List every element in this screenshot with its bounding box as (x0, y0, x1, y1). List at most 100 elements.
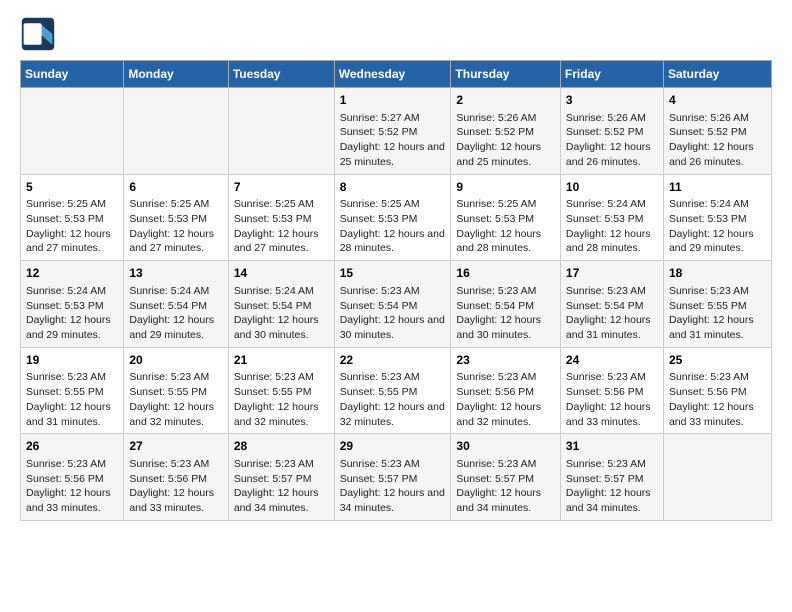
col-header-sunday: Sunday (21, 61, 124, 88)
day-info: Sunrise: 5:24 AM Sunset: 5:54 PM Dayligh… (234, 284, 329, 343)
day-cell (228, 88, 334, 175)
day-cell: 28Sunrise: 5:23 AM Sunset: 5:57 PM Dayli… (228, 434, 334, 521)
day-info: Sunrise: 5:24 AM Sunset: 5:54 PM Dayligh… (129, 284, 222, 343)
day-number: 20 (129, 352, 222, 369)
col-header-tuesday: Tuesday (228, 61, 334, 88)
week-row-4: 19Sunrise: 5:23 AM Sunset: 5:55 PM Dayli… (21, 347, 772, 434)
day-info: Sunrise: 5:23 AM Sunset: 5:55 PM Dayligh… (234, 370, 329, 429)
logo (20, 16, 60, 52)
day-info: Sunrise: 5:23 AM Sunset: 5:55 PM Dayligh… (669, 284, 766, 343)
day-cell (124, 88, 228, 175)
day-number: 2 (456, 92, 555, 109)
day-cell: 24Sunrise: 5:23 AM Sunset: 5:56 PM Dayli… (560, 347, 663, 434)
week-row-1: 1 Sunrise: 5:27 AM Sunset: 5:52 PM Daylig… (21, 88, 772, 175)
day-info: Sunrise: 5:23 AM Sunset: 5:56 PM Dayligh… (456, 370, 555, 429)
day-number: 10 (566, 179, 658, 196)
day-info: Sunrise: 5:27 AM Sunset: 5:52 PM Dayligh… (340, 111, 446, 170)
day-info: Sunrise: 5:24 AM Sunset: 5:53 PM Dayligh… (669, 197, 766, 256)
day-info: Sunrise: 5:23 AM Sunset: 5:55 PM Dayligh… (26, 370, 118, 429)
day-info: Sunrise: 5:25 AM Sunset: 5:53 PM Dayligh… (456, 197, 555, 256)
day-info: Sunrise: 5:23 AM Sunset: 5:56 PM Dayligh… (669, 370, 766, 429)
day-info: Sunrise: 5:23 AM Sunset: 5:56 PM Dayligh… (129, 457, 222, 516)
day-number: 6 (129, 179, 222, 196)
day-info: Sunrise: 5:25 AM Sunset: 5:53 PM Dayligh… (340, 197, 446, 256)
day-number: 12 (26, 265, 118, 282)
day-info: Sunrise: 5:23 AM Sunset: 5:55 PM Dayligh… (340, 370, 446, 429)
day-number: 3 (566, 92, 658, 109)
week-row-3: 12 Sunrise: 5:24 AM Sunset: 5:53 PM Dayli… (21, 261, 772, 348)
day-info: Sunrise: 5:25 AM Sunset: 5:53 PM Dayligh… (26, 197, 118, 256)
week-row-2: 5Sunrise: 5:25 AM Sunset: 5:53 PM Daylig… (21, 174, 772, 261)
day-info: Sunrise: 5:26 AM Sunset: 5:52 PM Dayligh… (566, 111, 658, 170)
day-number: 19 (26, 352, 118, 369)
day-cell: 11Sunrise: 5:24 AM Sunset: 5:53 PM Dayli… (663, 174, 771, 261)
day-info: Sunrise: 5:26 AM Sunset: 5:52 PM Dayligh… (669, 111, 766, 170)
day-cell: 7Sunrise: 5:25 AM Sunset: 5:53 PM Daylig… (228, 174, 334, 261)
day-cell: 10Sunrise: 5:24 AM Sunset: 5:53 PM Dayli… (560, 174, 663, 261)
day-number: 17 (566, 265, 658, 282)
day-info: Sunrise: 5:25 AM Sunset: 5:53 PM Dayligh… (129, 197, 222, 256)
day-number: 11 (669, 179, 766, 196)
day-info: Sunrise: 5:23 AM Sunset: 5:56 PM Dayligh… (566, 370, 658, 429)
day-number: 15 (340, 265, 446, 282)
day-cell: 2Sunrise: 5:26 AM Sunset: 5:52 PM Daylig… (451, 88, 561, 175)
day-number: 1 (340, 92, 446, 109)
day-cell: 8Sunrise: 5:25 AM Sunset: 5:53 PM Daylig… (334, 174, 451, 261)
day-cell: 1 Sunrise: 5:27 AM Sunset: 5:52 PM Daylig… (334, 88, 451, 175)
day-cell: 31Sunrise: 5:23 AM Sunset: 5:57 PM Dayli… (560, 434, 663, 521)
day-cell: 12 Sunrise: 5:24 AM Sunset: 5:53 PM Dayli… (21, 261, 124, 348)
day-cell: 5Sunrise: 5:25 AM Sunset: 5:53 PM Daylig… (21, 174, 124, 261)
day-cell: 9Sunrise: 5:25 AM Sunset: 5:53 PM Daylig… (451, 174, 561, 261)
day-number: 9 (456, 179, 555, 196)
day-cell: 19Sunrise: 5:23 AM Sunset: 5:55 PM Dayli… (21, 347, 124, 434)
day-cell: 21Sunrise: 5:23 AM Sunset: 5:55 PM Dayli… (228, 347, 334, 434)
day-info: Sunrise: 5:23 AM Sunset: 5:54 PM Dayligh… (340, 284, 446, 343)
col-header-friday: Friday (560, 61, 663, 88)
day-number: 27 (129, 438, 222, 455)
day-info: Sunrise: 5:23 AM Sunset: 5:54 PM Dayligh… (566, 284, 658, 343)
day-number: 25 (669, 352, 766, 369)
col-header-thursday: Thursday (451, 61, 561, 88)
col-header-wednesday: Wednesday (334, 61, 451, 88)
header-row: SundayMondayTuesdayWednesdayThursdayFrid… (21, 61, 772, 88)
calendar-table: SundayMondayTuesdayWednesdayThursdayFrid… (20, 60, 772, 521)
day-cell: 14Sunrise: 5:24 AM Sunset: 5:54 PM Dayli… (228, 261, 334, 348)
day-number: 8 (340, 179, 446, 196)
day-info: Sunrise: 5:24 AM Sunset: 5:53 PM Dayligh… (26, 284, 118, 343)
day-number: 4 (669, 92, 766, 109)
day-info: Sunrise: 5:23 AM Sunset: 5:57 PM Dayligh… (234, 457, 329, 516)
day-number: 29 (340, 438, 446, 455)
day-cell: 30 Sunrise: 5:23 AM Sunset: 5:57 PM Dayli… (451, 434, 561, 521)
day-number: 21 (234, 352, 329, 369)
day-cell: 13 Sunrise: 5:24 AM Sunset: 5:54 PM Dayli… (124, 261, 228, 348)
day-cell: 17 Sunrise: 5:23 AM Sunset: 5:54 PM Dayli… (560, 261, 663, 348)
day-number: 13 (129, 265, 222, 282)
day-info: Sunrise: 5:23 AM Sunset: 5:56 PM Dayligh… (26, 457, 118, 516)
day-number: 18 (669, 265, 766, 282)
day-number: 22 (340, 352, 446, 369)
day-info: Sunrise: 5:23 AM Sunset: 5:57 PM Dayligh… (456, 457, 555, 516)
day-cell: 27 Sunrise: 5:23 AM Sunset: 5:56 PM Dayli… (124, 434, 228, 521)
day-number: 30 (456, 438, 555, 455)
day-cell: 20Sunrise: 5:23 AM Sunset: 5:55 PM Dayli… (124, 347, 228, 434)
day-number: 24 (566, 352, 658, 369)
day-cell: 25Sunrise: 5:23 AM Sunset: 5:56 PM Dayli… (663, 347, 771, 434)
day-info: Sunrise: 5:25 AM Sunset: 5:53 PM Dayligh… (234, 197, 329, 256)
day-number: 16 (456, 265, 555, 282)
day-number: 5 (26, 179, 118, 196)
day-info: Sunrise: 5:23 AM Sunset: 5:57 PM Dayligh… (566, 457, 658, 516)
day-number: 26 (26, 438, 118, 455)
day-number: 23 (456, 352, 555, 369)
logo-icon (20, 16, 56, 52)
day-info: Sunrise: 5:23 AM Sunset: 5:57 PM Dayligh… (340, 457, 446, 516)
week-row-5: 26 Sunrise: 5:23 AM Sunset: 5:56 PM Dayli… (21, 434, 772, 521)
day-cell: 3 Sunrise: 5:26 AM Sunset: 5:52 PM Daylig… (560, 88, 663, 175)
day-cell: 22Sunrise: 5:23 AM Sunset: 5:55 PM Dayli… (334, 347, 451, 434)
day-info: Sunrise: 5:23 AM Sunset: 5:55 PM Dayligh… (129, 370, 222, 429)
day-cell (21, 88, 124, 175)
day-cell: 15 Sunrise: 5:23 AM Sunset: 5:54 PM Dayli… (334, 261, 451, 348)
day-cell: 26 Sunrise: 5:23 AM Sunset: 5:56 PM Dayli… (21, 434, 124, 521)
day-cell: 29 Sunrise: 5:23 AM Sunset: 5:57 PM Dayli… (334, 434, 451, 521)
day-info: Sunrise: 5:23 AM Sunset: 5:54 PM Dayligh… (456, 284, 555, 343)
col-header-monday: Monday (124, 61, 228, 88)
